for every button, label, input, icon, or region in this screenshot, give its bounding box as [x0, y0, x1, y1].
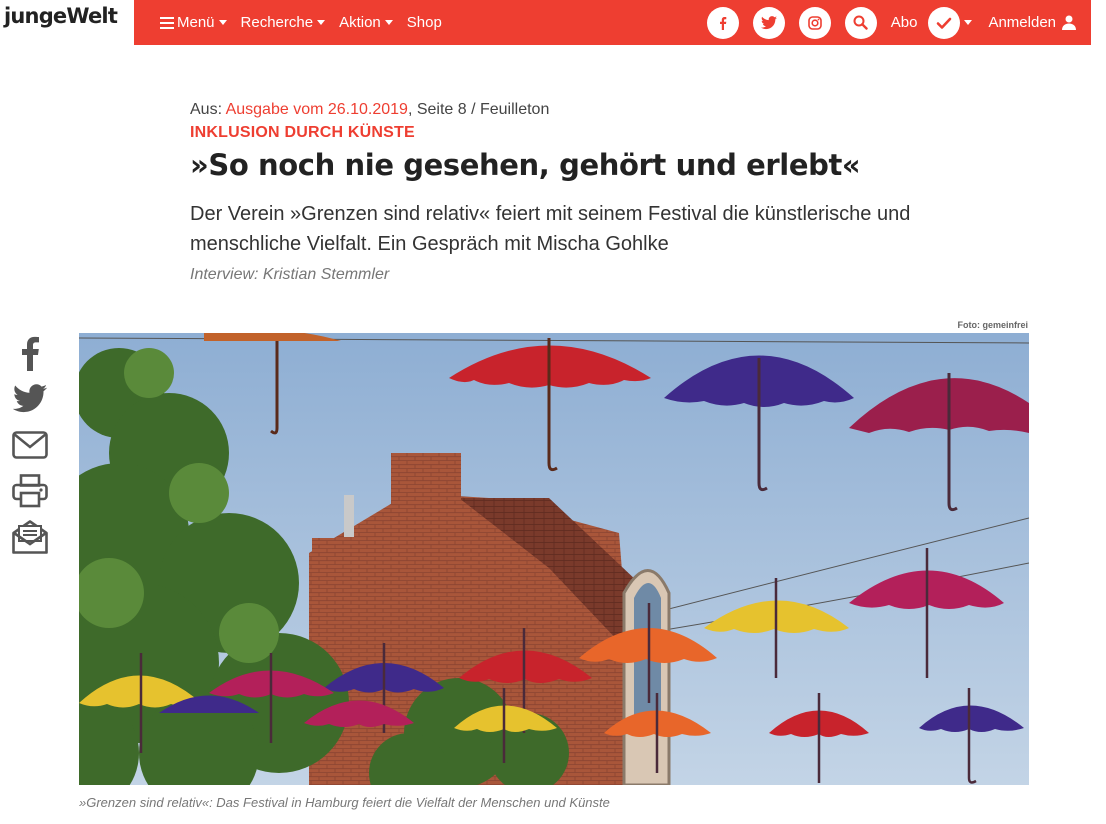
meta-prefix: Aus: — [190, 101, 226, 118]
mail-icon[interactable] — [10, 422, 50, 468]
article-title: »So noch nie gesehen, gehört und erlebt« — [190, 148, 861, 182]
chevron-down-icon — [317, 20, 326, 25]
user-icon — [1062, 15, 1076, 30]
menu-label: Menü — [177, 14, 215, 31]
abo-label: Abo — [890, 14, 918, 31]
hamburger-icon — [160, 16, 174, 29]
twitter-icon[interactable] — [752, 6, 785, 39]
menu-button[interactable]: Menü — [153, 0, 234, 45]
site-logo[interactable]: junge Welt — [4, 4, 118, 38]
twitter-icon[interactable] — [10, 376, 50, 422]
article-author: Interview: Kristian Stemmler — [190, 266, 390, 283]
logo-part-2: Welt — [66, 4, 118, 28]
facebook-icon[interactable] — [706, 6, 739, 39]
article-meta: Aus: Ausgabe vom 26.10.2019, Seite 8 / F… — [190, 101, 549, 119]
abo-link[interactable]: Abo — [884, 0, 925, 45]
article-kicker: INKLUSION DURCH KÜNSTE — [190, 124, 415, 141]
research-label: Recherche — [240, 14, 314, 31]
action-label: Aktion — [339, 14, 381, 31]
search-icon[interactable] — [844, 6, 877, 39]
umbrella-festival-photo — [79, 333, 1029, 785]
meta-suffix: , Seite 8 / Feuilleton — [407, 101, 550, 118]
main-navbar: Menü Recherche Aktion Shop Abo Anmelden — [134, 0, 1091, 45]
chevron-down-icon — [964, 20, 973, 25]
login-label: Anmelden — [988, 14, 1056, 31]
login-link[interactable]: Anmelden — [976, 0, 1083, 45]
action-dropdown[interactable]: Aktion — [332, 0, 400, 45]
instagram-icon[interactable] — [798, 6, 831, 39]
chevron-down-icon — [384, 20, 393, 25]
facebook-icon[interactable] — [10, 330, 50, 376]
check-icon — [928, 6, 961, 39]
newsletter-icon[interactable] — [10, 514, 50, 560]
photo-caption: »Grenzen sind relativ«: Das Festival in … — [79, 795, 610, 810]
photo-credit: Foto: gemeinfrei — [957, 320, 1028, 330]
shop-link[interactable]: Shop — [400, 0, 449, 45]
abo-check-dropdown[interactable] — [924, 0, 976, 45]
research-dropdown[interactable]: Recherche — [234, 0, 333, 45]
issue-link[interactable]: Ausgabe vom 26.10.2019 — [226, 101, 408, 118]
print-icon[interactable] — [10, 468, 50, 514]
chevron-down-icon — [218, 20, 227, 25]
logo-part-1: junge — [4, 4, 67, 28]
shop-label: Shop — [406, 14, 442, 31]
share-column — [10, 330, 50, 560]
article-photo[interactable] — [79, 333, 1029, 785]
article-teaser: Der Verein »Grenzen sind relativ« feiert… — [190, 203, 911, 255]
